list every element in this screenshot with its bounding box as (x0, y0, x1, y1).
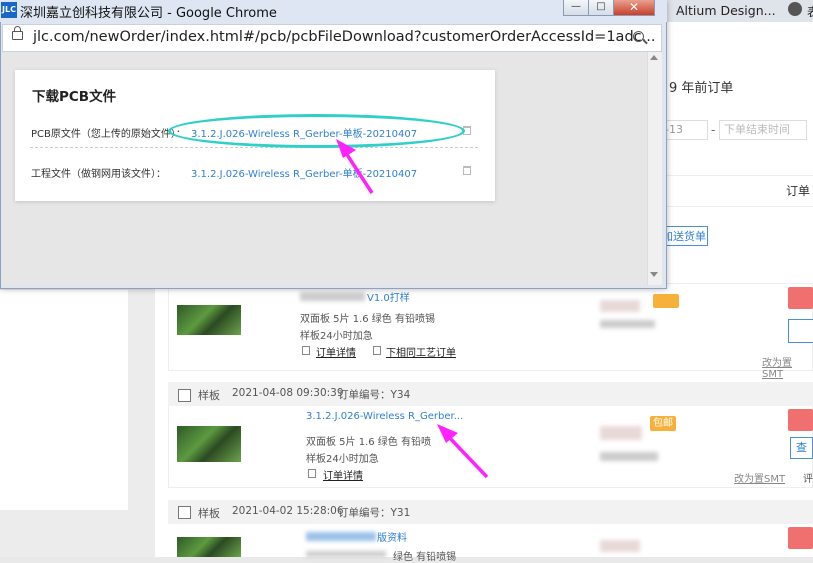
annotation-arrows (336, 139, 489, 479)
arrow-pointer-dialog (336, 139, 374, 194)
arrow-pointer-order (437, 424, 489, 479)
